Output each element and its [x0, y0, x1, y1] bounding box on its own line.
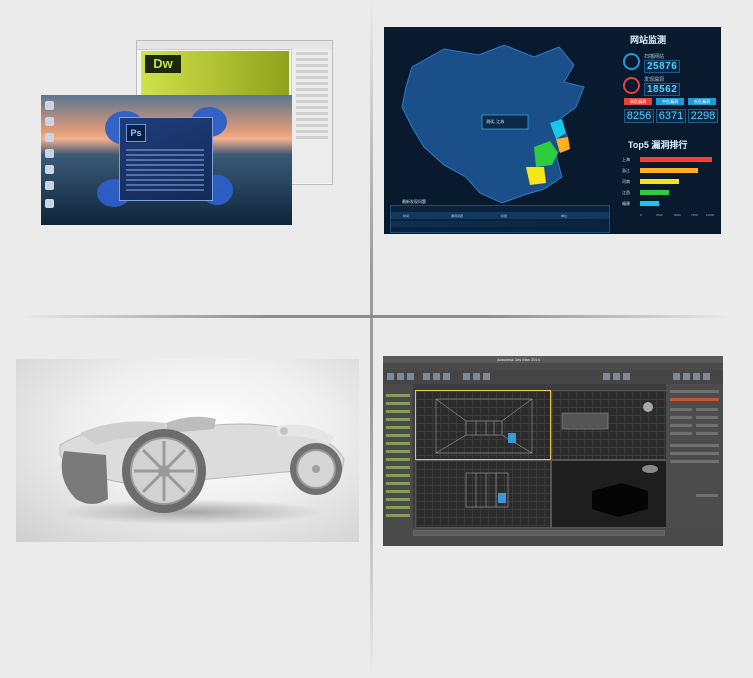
car-rear-tire-left [61, 451, 108, 504]
table-header-cell: 标题 [501, 214, 508, 218]
vuln-label: 发现漏洞 [644, 77, 665, 83]
vertical-divider [370, 0, 373, 678]
toolbar-icon[interactable] [423, 373, 430, 380]
security-dashboard: 测试, 江苏 网站监测 扫描网站 25876 发现漏洞 18562 高危漏洞 8… [384, 27, 721, 234]
axis-tick: 7500 [691, 213, 698, 217]
toolbar-icon[interactable] [433, 373, 440, 380]
bar-label: 江西 [622, 190, 630, 195]
table-row[interactable] [391, 221, 609, 227]
table-header-cell: 单位 [561, 214, 568, 218]
toolbar-icon[interactable] [673, 373, 680, 380]
dashboard-title: 网站监测 [630, 35, 667, 45]
axis-tick: 5000 [674, 213, 681, 217]
max-title: Autodesk 3ds Max 2014 [497, 357, 540, 362]
vuln-value: 18562 [644, 83, 681, 96]
bar-jiangxi [640, 190, 669, 195]
scanned-label: 扫描网站 [644, 54, 665, 60]
dw-side-panel [291, 49, 332, 183]
viewport-top[interactable] [415, 390, 551, 460]
max-command-panel[interactable] [666, 384, 723, 528]
toolbar-icon[interactable] [683, 373, 690, 380]
dw-logo: Dw [145, 55, 181, 73]
max-timeline[interactable] [413, 530, 665, 536]
toolbar-icon[interactable] [387, 373, 394, 380]
photoshop-splash: Ps [119, 117, 213, 201]
table-header-cell: 时间 [403, 214, 410, 218]
max-scene-explorer[interactable] [383, 384, 413, 528]
bar-henan [640, 179, 679, 184]
car-front-hub [312, 465, 320, 473]
table-header: 时间 漏洞问题 标题 单位 [391, 212, 609, 219]
bar-fujian [640, 201, 659, 206]
axis-tick: 0 [640, 213, 642, 217]
toolbar-icon[interactable] [443, 373, 450, 380]
map-tooltip-text: 测试, 江苏 [486, 118, 504, 124]
max-status-bar [383, 528, 723, 546]
car-model [59, 416, 345, 513]
max-menu-bar[interactable] [383, 363, 723, 370]
bar-label: 福建 [622, 201, 630, 206]
max-toolbar [383, 370, 723, 384]
axis-tick: 10000 [706, 213, 715, 217]
bar-label: 河南 [622, 179, 630, 184]
bar-label: 浙江 [622, 168, 630, 173]
bar-zhejiang [640, 168, 698, 173]
alert-ring-icon [623, 77, 640, 94]
car-render-panel [16, 359, 359, 542]
dw-welcome-banner: Dw [141, 51, 289, 95]
toolbar-icon[interactable] [603, 373, 610, 380]
viewport-perspective[interactable] [551, 460, 667, 528]
bar-shanghai [640, 157, 712, 162]
scan-ring-icon [623, 53, 640, 70]
high-risk-label: 高危漏洞 [624, 98, 652, 105]
toolbar-icon[interactable] [613, 373, 620, 380]
front-view-geometry [561, 402, 653, 430]
toolbar-icon[interactable] [483, 373, 490, 380]
low-risk-label: 低危漏洞 [688, 98, 716, 105]
max-title-bar: Autodesk 3ds Max 2014 [383, 356, 723, 363]
medium-risk-value: 6371 [656, 109, 686, 123]
toolbar-icon[interactable] [693, 373, 700, 380]
toolbar-icon[interactable] [397, 373, 404, 380]
medium-risk-label: 中危漏洞 [656, 98, 684, 105]
high-risk-value: 8256 [624, 109, 654, 123]
toolbar-icon[interactable] [473, 373, 480, 380]
viewport-left[interactable] [415, 460, 551, 528]
bar-label: 上海 [622, 157, 630, 162]
viewport-front[interactable] [551, 390, 667, 460]
axis-tick: 2500 [656, 213, 663, 217]
perspective-geometry [592, 465, 658, 517]
low-risk-value: 2298 [688, 109, 718, 123]
left-view-geometry [465, 472, 509, 508]
viewport-wireframe [435, 398, 533, 454]
car-rear-spokes [134, 441, 194, 501]
toolbar-icon[interactable] [703, 373, 710, 380]
car-headlight [280, 427, 288, 435]
china-map: 测试, 江苏 [401, 44, 585, 204]
issues-table: 时间 漏洞问题 标题 单位 [390, 205, 610, 233]
toolbar-icon[interactable] [463, 373, 470, 380]
horizontal-divider [20, 315, 733, 318]
table-header-cell: 漏洞问题 [451, 214, 464, 218]
ps-logo: Ps [126, 124, 146, 142]
top5-title: Top5 漏洞排行 [628, 140, 688, 150]
3dsmax-window: Autodesk 3ds Max 2014 [383, 356, 723, 546]
toolbar-icon[interactable] [407, 373, 414, 380]
toolbar-icon[interactable] [623, 373, 630, 380]
desktop-wallpaper: Ps [41, 95, 292, 225]
ps-splash-text [126, 146, 204, 194]
scanned-value: 25876 [644, 60, 681, 73]
